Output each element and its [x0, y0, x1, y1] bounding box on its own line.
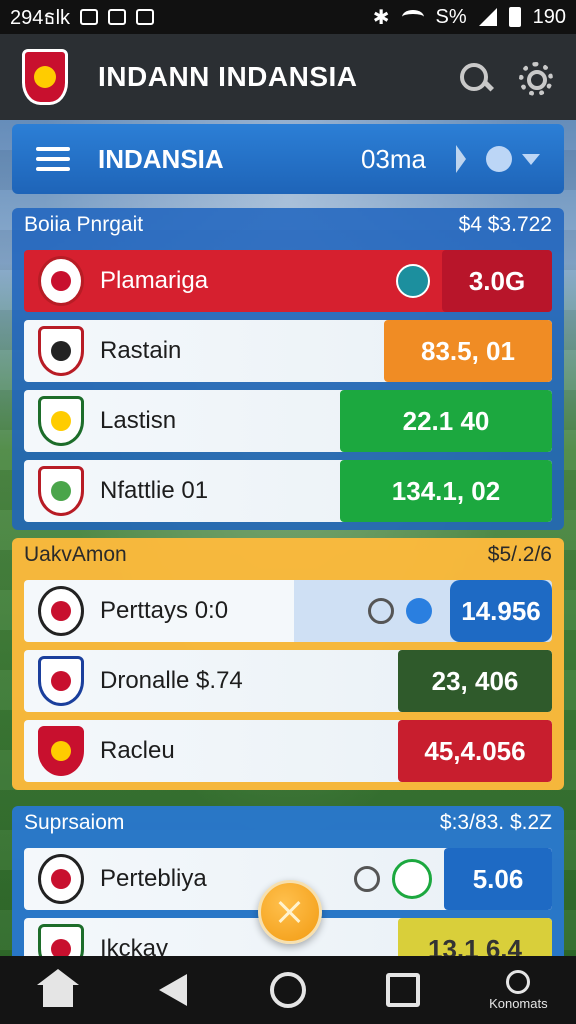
navigation-bar: Konomats: [0, 956, 576, 1024]
group-title: UakvAmon: [24, 543, 127, 566]
team-name: Perttays 0:0: [100, 597, 229, 624]
wifi-icon: [401, 10, 424, 24]
list-item[interactable]: Nfattlie 01 134.1, 02: [24, 460, 552, 522]
home-icon: [36, 969, 79, 1007]
team-value: 5.06: [444, 848, 552, 910]
nav-back[interactable]: [133, 960, 213, 1020]
league-name: INDANSIA: [98, 143, 224, 174]
league-meta: 03ma: [360, 143, 426, 174]
status-left-text: 294ธlk: [10, 7, 71, 29]
team-value: 134.1, 02: [340, 460, 552, 522]
chevron-right-icon: [456, 145, 466, 173]
badge-icon: [396, 264, 430, 298]
group-card: Boiia Pnrgait $4 $3.722 Plamariga 3.0G R…: [12, 208, 564, 530]
group-total: $5/.2/6: [487, 543, 552, 566]
info-icon[interactable]: [406, 598, 432, 624]
circle-icon: [269, 972, 306, 1008]
team-name: Racleu: [100, 737, 175, 764]
team-name: Nfattlie 01: [100, 477, 209, 504]
list-item[interactable]: Lastisn 22.1 40: [24, 390, 552, 452]
battery-icon: [508, 7, 521, 27]
app-title: INDANN INDANSIA: [98, 61, 358, 92]
gear-icon[interactable]: [514, 57, 554, 97]
team-value: 23, 406: [398, 650, 552, 712]
sync-icon: [136, 9, 155, 25]
team-value: 83.5, 01: [384, 320, 552, 382]
group-title: Boiia Pnrgait: [24, 213, 144, 236]
list-item[interactable]: Dronalle $.74 23, 406: [24, 650, 552, 712]
team-logo: [38, 726, 84, 776]
group-total: $:3/83. $.2Z: [439, 811, 552, 834]
team-logo: [38, 854, 84, 904]
nav-profile[interactable]: Konomats: [478, 960, 558, 1020]
team-name: Rastain: [100, 337, 182, 364]
nav-home[interactable]: [18, 960, 98, 1020]
image-icon: [108, 9, 127, 25]
square-icon: [386, 973, 421, 1007]
status-bar: 294ธlk ✱ S% 190: [0, 0, 576, 34]
nav-recents[interactable]: [363, 960, 443, 1020]
close-fab-button[interactable]: [258, 880, 322, 944]
bluetooth-icon: ✱: [372, 6, 390, 29]
team-logo: [38, 656, 84, 706]
group-total: $4 $3.722: [458, 213, 552, 236]
close-icon: [276, 898, 304, 926]
nav-profile-label: Konomats: [489, 995, 548, 1011]
team-name: Plamariga: [100, 267, 209, 294]
circle-option-icon[interactable]: [368, 598, 394, 624]
team-name: Pertebliya: [100, 865, 207, 892]
status-time: 190: [532, 5, 566, 28]
league-selector[interactable]: INDANSIA 03ma: [12, 124, 564, 194]
team-logo: [38, 466, 84, 516]
list-item[interactable]: Plamariga 3.0G: [24, 250, 552, 312]
notification-icon: [80, 9, 99, 25]
nav-circle[interactable]: [248, 960, 328, 1020]
circle-option-icon[interactable]: [354, 866, 380, 892]
team-logo: [38, 586, 84, 636]
status-charge-text: S%: [435, 5, 467, 28]
team-logo: [38, 326, 84, 376]
toggle-dot-icon[interactable]: [486, 146, 512, 172]
team-value: 3.0G: [442, 250, 552, 312]
profile-icon: [506, 969, 531, 994]
team-crest-logo: [22, 49, 68, 105]
team-value: 45,4.056: [398, 720, 552, 782]
list-item[interactable]: Rastain 83.5, 01: [24, 320, 552, 382]
app-bar: INDANN INDANSIA: [0, 34, 576, 120]
menu-icon[interactable]: [36, 147, 70, 171]
chevron-down-icon[interactable]: [522, 153, 540, 165]
list-item[interactable]: Racleu 45,4.056: [24, 720, 552, 782]
team-name: Lastisn: [100, 407, 177, 434]
team-logo: [38, 396, 84, 446]
signal-icon: [478, 8, 497, 26]
group-card: UakvAmon $5/.2/6 Perttays 0:0 14.956 Dro…: [12, 538, 564, 790]
list-item[interactable]: Perttays 0:0 14.956: [24, 580, 552, 642]
back-icon: [158, 974, 187, 1006]
team-value: 22.1 40: [340, 390, 552, 452]
team-logo: [38, 256, 84, 306]
badge-icon: [392, 859, 432, 899]
team-name: Dronalle $.74: [100, 667, 243, 694]
search-icon[interactable]: [454, 57, 494, 97]
team-value: 14.956: [450, 580, 552, 642]
group-title: Suprsaiom: [24, 811, 125, 834]
